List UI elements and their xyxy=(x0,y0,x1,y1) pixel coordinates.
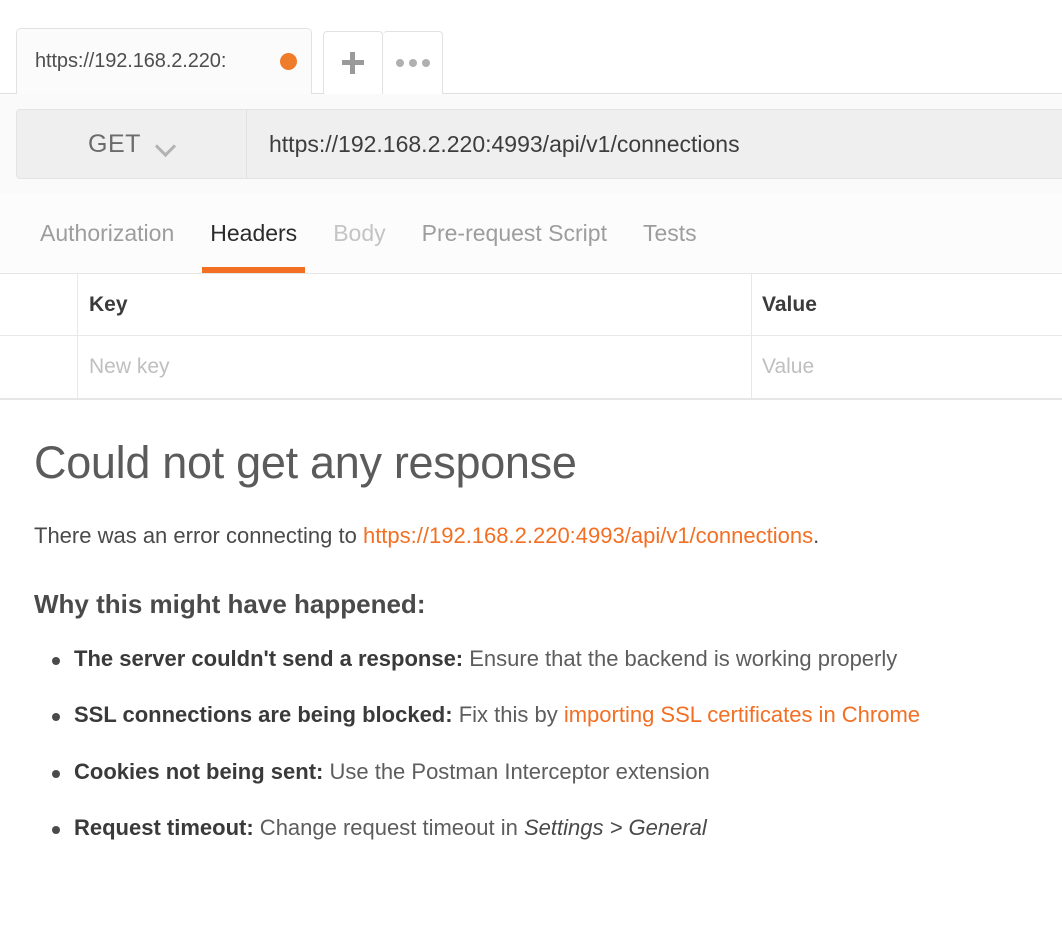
reason-item-server: The server couldn't send a response: Ens… xyxy=(34,646,1028,672)
request-tab-strip: https://192.168.2.220: xyxy=(0,0,1062,94)
tab-headers[interactable]: Headers xyxy=(192,194,315,273)
headers-table-header-row: Key Value xyxy=(0,274,1062,336)
header-column-value-label: Value xyxy=(762,292,817,316)
reason-item-timeout: Request timeout: Change request timeout … xyxy=(34,815,1028,841)
new-tab-button[interactable] xyxy=(323,31,383,94)
headers-table: Key Value New key Value xyxy=(0,274,1062,400)
reason-text: Ensure that the backend is working prope… xyxy=(463,646,898,671)
error-subtitle-suffix: . xyxy=(813,523,820,548)
more-options-button[interactable] xyxy=(383,31,443,94)
new-key-input-placeholder[interactable]: New key xyxy=(89,355,170,379)
error-subtitle: There was an error connecting to https:/… xyxy=(34,523,1028,549)
new-row-checkbox-cell[interactable] xyxy=(0,336,78,398)
url-bar-container: GET https://192.168.2.220:4993/api/v1/co… xyxy=(0,94,1062,194)
reason-label: SSL connections are being blocked: xyxy=(74,702,453,728)
reason-text: Change request timeout in xyxy=(253,815,524,841)
ellipsis-icon xyxy=(395,59,430,67)
error-title: Could not get any response xyxy=(34,437,577,488)
request-tab-active[interactable]: https://192.168.2.220: xyxy=(16,28,312,94)
new-key-cell[interactable]: New key xyxy=(78,336,752,398)
plus-icon xyxy=(342,52,364,74)
header-column-key: Key xyxy=(78,274,752,335)
request-section-tabs: Authorization Headers Body Pre-request S… xyxy=(0,194,1062,274)
reason-label: Cookies not being sent: xyxy=(74,758,324,784)
unsaved-indicator-icon xyxy=(280,53,297,70)
error-subtitle-prefix: There was an error connecting to xyxy=(34,523,363,548)
http-method-select[interactable]: GET xyxy=(17,110,247,178)
url-input[interactable]: https://192.168.2.220:4993/api/v1/connec… xyxy=(247,110,1062,178)
tab-body[interactable]: Body xyxy=(315,194,403,273)
error-response-pane: Could not get any response There was an … xyxy=(0,400,1062,842)
header-column-value: Value xyxy=(752,274,1062,335)
headers-table-new-row: New key Value xyxy=(0,336,1062,398)
header-row-checkbox-cell xyxy=(0,274,78,335)
why-heading: Why this might have happened: xyxy=(34,589,426,619)
http-method-label: GET xyxy=(88,129,141,158)
reason-item-cookies: Cookies not being sent: Use the Postman … xyxy=(34,759,1028,785)
reason-label: The server couldn't send a response: xyxy=(74,646,464,671)
url-bar: GET https://192.168.2.220:4993/api/v1/co… xyxy=(16,109,1062,179)
reason-item-ssl: SSL connections are being blocked: Fix t… xyxy=(34,702,1028,728)
request-tab-label: https://192.168.2.220: xyxy=(35,50,227,72)
settings-path-text: Settings > General xyxy=(523,815,707,841)
tab-tests[interactable]: Tests xyxy=(625,194,715,273)
reasons-list: The server couldn't send a response: Ens… xyxy=(34,646,1028,842)
new-value-cell[interactable]: Value xyxy=(752,336,1062,398)
chevron-down-icon xyxy=(157,139,175,149)
new-value-input-placeholder[interactable]: Value xyxy=(762,355,814,379)
tab-pre-request-script[interactable]: Pre-request Script xyxy=(404,194,625,273)
reason-text: Use the Postman Interceptor extension xyxy=(323,758,710,784)
reason-text: Fix this by xyxy=(452,702,564,728)
tab-authorization[interactable]: Authorization xyxy=(22,194,192,273)
header-column-key-label: Key xyxy=(89,292,128,316)
reason-label: Request timeout: xyxy=(74,815,254,841)
error-url-link[interactable]: https://192.168.2.220:4993/api/v1/connec… xyxy=(363,523,813,548)
ssl-certificates-link[interactable]: importing SSL certificates in Chrome xyxy=(564,702,920,727)
